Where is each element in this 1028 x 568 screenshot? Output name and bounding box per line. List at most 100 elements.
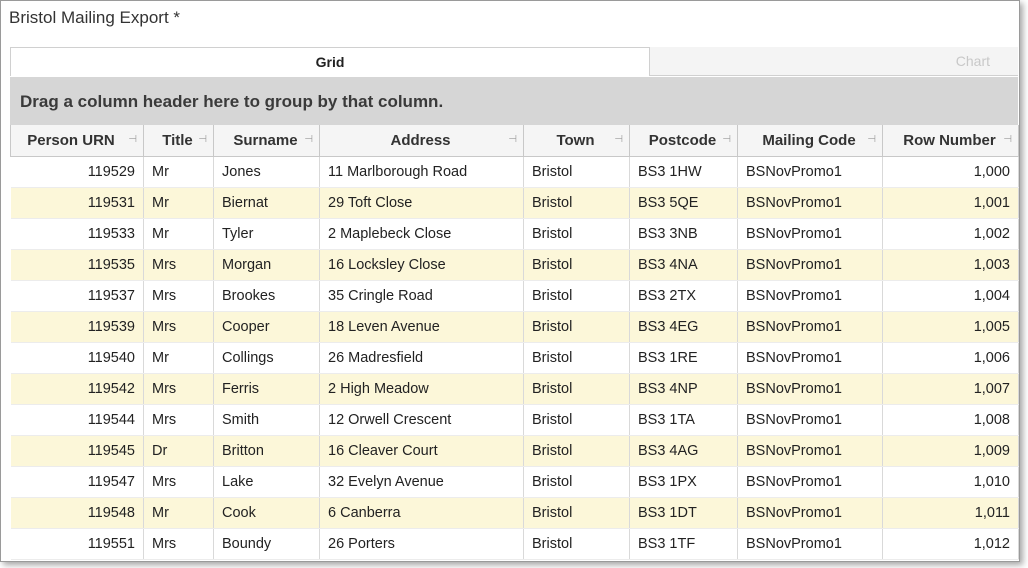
postcode-cell[interactable]: BS3 1HW <box>629 156 738 188</box>
person-urn-cell[interactable]: 119548 <box>10 497 144 529</box>
title-cell[interactable]: Dr <box>143 435 214 467</box>
mailing-code-cell[interactable]: BSNovPromo1 <box>737 187 883 219</box>
mailing-code-cell[interactable]: BSNovPromo1 <box>737 435 883 467</box>
person-urn-cell[interactable]: 119529 <box>10 156 144 188</box>
town-cell[interactable]: Bristol <box>523 249 630 281</box>
surname-cell[interactable]: Cooper <box>213 311 320 343</box>
person-urn-cell[interactable]: 119544 <box>10 404 144 436</box>
table-row[interactable]: 119529 Mr Jones 11 Marlborough Road Bristol B… <box>10 156 1019 188</box>
tab-chart[interactable]: Chart <box>650 47 1018 76</box>
row-number-cell[interactable]: 1,002 <box>882 218 1019 250</box>
table-row[interactable]: 119537 Mrs Brookes 35 Cringle Road Bristol BS… <box>10 280 1019 312</box>
postcode-cell[interactable]: BS3 1TF <box>629 528 738 560</box>
table-row[interactable]: 119542 Mrs Ferris 2 High Meadow Bristol BS3 4… <box>10 373 1019 405</box>
table-row[interactable]: 119539 Mrs Cooper 18 Leven Avenue Bristol BS3… <box>10 311 1019 343</box>
person-urn-cell[interactable]: 119537 <box>10 280 144 312</box>
table-row[interactable]: 119544 Mrs Smith 12 Orwell Crescent Bristol B… <box>10 404 1019 436</box>
postcode-cell[interactable]: BS3 5QE <box>629 187 738 219</box>
title-cell[interactable]: Mr <box>143 497 214 529</box>
surname-cell[interactable]: Biernat <box>213 187 320 219</box>
address-cell[interactable]: 2 Maplebeck Close <box>319 218 524 250</box>
title-cell[interactable]: Mrs <box>143 280 214 312</box>
surname-cell[interactable]: Lake <box>213 466 320 498</box>
surname-cell[interactable]: Britton <box>213 435 320 467</box>
surname-cell[interactable]: Jones <box>213 156 320 188</box>
surname-cell[interactable]: Brookes <box>213 280 320 312</box>
title-cell[interactable]: Mr <box>143 187 214 219</box>
postcode-cell[interactable]: BS3 4NA <box>629 249 738 281</box>
mailing-code-cell[interactable]: BSNovPromo1 <box>737 528 883 560</box>
postcode-cell[interactable]: BS3 4AG <box>629 435 738 467</box>
person-urn-cell[interactable]: 119535 <box>10 249 144 281</box>
mailing-code-cell[interactable]: BSNovPromo1 <box>737 373 883 405</box>
surname-cell[interactable]: Tyler <box>213 218 320 250</box>
table-row[interactable]: 119531 Mr Biernat 29 Toft Close Bristol BS3 5… <box>10 187 1019 219</box>
town-cell[interactable]: Bristol <box>523 497 630 529</box>
title-cell[interactable]: Mrs <box>143 249 214 281</box>
postcode-cell[interactable]: BS3 3NB <box>629 218 738 250</box>
row-number-cell[interactable]: 1,006 <box>882 342 1019 374</box>
address-cell[interactable]: 32 Evelyn Avenue <box>319 466 524 498</box>
person-urn-cell[interactable]: 119533 <box>10 218 144 250</box>
row-number-cell[interactable]: 1,009 <box>882 435 1019 467</box>
mailing-code-cell[interactable]: BSNovPromo1 <box>737 156 883 188</box>
town-cell[interactable]: Bristol <box>523 218 630 250</box>
person-urn-cell[interactable]: 119551 <box>10 528 144 560</box>
postcode-cell[interactable]: BS3 2TX <box>629 280 738 312</box>
mailing-code-cell[interactable]: BSNovPromo1 <box>737 466 883 498</box>
person-urn-cell[interactable]: 119542 <box>10 373 144 405</box>
column-header-town[interactable]: Town ⊣ <box>523 125 630 157</box>
surname-cell[interactable]: Morgan <box>213 249 320 281</box>
column-header-row-number[interactable]: Row Number ⊣ <box>882 125 1019 157</box>
surname-cell[interactable]: Collings <box>213 342 320 374</box>
person-urn-cell[interactable]: 119545 <box>10 435 144 467</box>
column-header-mailing-code[interactable]: Mailing Code ⊣ <box>737 125 883 157</box>
town-cell[interactable]: Bristol <box>523 528 630 560</box>
mailing-code-cell[interactable]: BSNovPromo1 <box>737 249 883 281</box>
address-cell[interactable]: 2 High Meadow <box>319 373 524 405</box>
row-number-cell[interactable]: 1,003 <box>882 249 1019 281</box>
town-cell[interactable]: Bristol <box>523 342 630 374</box>
column-header-surname[interactable]: Surname ⊣ <box>213 125 320 157</box>
table-row[interactable]: 119545 Dr Britton 16 Cleaver Court Bristol BS… <box>10 435 1019 467</box>
town-cell[interactable]: Bristol <box>523 435 630 467</box>
address-cell[interactable]: 16 Locksley Close <box>319 249 524 281</box>
postcode-cell[interactable]: BS3 1RE <box>629 342 738 374</box>
town-cell[interactable]: Bristol <box>523 156 630 188</box>
pin-icon[interactable]: ⊣ <box>198 134 207 145</box>
town-cell[interactable]: Bristol <box>523 404 630 436</box>
column-header-postcode[interactable]: Postcode ⊣ <box>629 125 738 157</box>
table-row[interactable]: 119547 Mrs Lake 32 Evelyn Avenue Bristol BS3 … <box>10 466 1019 498</box>
table-row[interactable]: 119535 Mrs Morgan 16 Locksley Close Bristol B… <box>10 249 1019 281</box>
row-number-cell[interactable]: 1,012 <box>882 528 1019 560</box>
person-urn-cell[interactable]: 119547 <box>10 466 144 498</box>
address-cell[interactable]: 18 Leven Avenue <box>319 311 524 343</box>
row-number-cell[interactable]: 1,000 <box>882 156 1019 188</box>
address-cell[interactable]: 16 Cleaver Court <box>319 435 524 467</box>
mailing-code-cell[interactable]: BSNovPromo1 <box>737 280 883 312</box>
postcode-cell[interactable]: BS3 4NP <box>629 373 738 405</box>
column-header-title[interactable]: Title ⊣ <box>143 125 214 157</box>
person-urn-cell[interactable]: 119539 <box>10 311 144 343</box>
address-cell[interactable]: 35 Cringle Road <box>319 280 524 312</box>
row-number-cell[interactable]: 1,010 <box>882 466 1019 498</box>
pin-icon[interactable]: ⊣ <box>128 134 137 145</box>
town-cell[interactable]: Bristol <box>523 280 630 312</box>
surname-cell[interactable]: Cook <box>213 497 320 529</box>
title-cell[interactable]: Mrs <box>143 528 214 560</box>
mailing-code-cell[interactable]: BSNovPromo1 <box>737 218 883 250</box>
title-cell[interactable]: Mr <box>143 156 214 188</box>
pin-icon[interactable]: ⊣ <box>304 134 313 145</box>
mailing-code-cell[interactable]: BSNovPromo1 <box>737 311 883 343</box>
address-cell[interactable]: 12 Orwell Crescent <box>319 404 524 436</box>
postcode-cell[interactable]: BS3 1PX <box>629 466 738 498</box>
address-cell[interactable]: 26 Madresfield <box>319 342 524 374</box>
address-cell[interactable]: 26 Porters <box>319 528 524 560</box>
address-cell[interactable]: 11 Marlborough Road <box>319 156 524 188</box>
pin-icon[interactable]: ⊣ <box>1003 134 1012 145</box>
surname-cell[interactable]: Smith <box>213 404 320 436</box>
table-row[interactable]: 119551 Mrs Boundy 26 Porters Bristol BS3 1TF B… <box>10 528 1019 560</box>
row-number-cell[interactable]: 1,004 <box>882 280 1019 312</box>
title-cell[interactable]: Mrs <box>143 404 214 436</box>
pin-icon[interactable]: ⊣ <box>867 134 876 145</box>
